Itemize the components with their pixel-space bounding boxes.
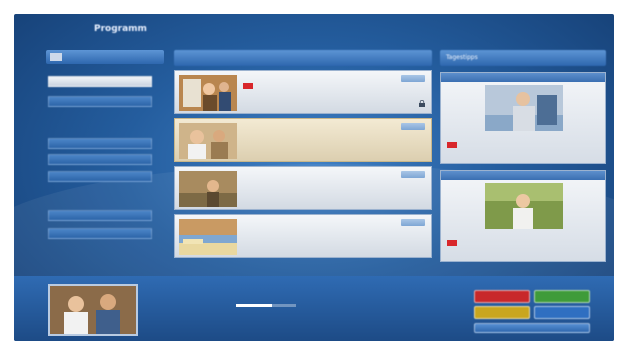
now-playing-title <box>164 314 294 320</box>
info-badge <box>401 171 425 178</box>
tip-title-bar <box>441 73 605 82</box>
program-meta <box>243 123 393 129</box>
green-button[interactable] <box>534 290 590 303</box>
program-item-2[interactable] <box>174 118 432 162</box>
sidebar-item-6[interactable] <box>48 210 152 221</box>
sidebar-item-1[interactable] <box>48 76 152 87</box>
info-badge <box>401 75 425 82</box>
program-thumbnail <box>179 171 237 207</box>
program-item-1[interactable] <box>174 70 432 114</box>
record-icon <box>447 142 457 148</box>
program-meta <box>257 75 407 81</box>
lock-icon <box>419 100 425 107</box>
sidebar-item-2[interactable] <box>48 96 152 107</box>
program-subtitle <box>243 140 423 147</box>
tip-subtitle <box>447 250 597 256</box>
tip-title-bar <box>441 171 605 180</box>
program-item-4[interactable] <box>174 214 432 258</box>
program-title <box>243 131 423 138</box>
tip-title <box>459 142 609 148</box>
program-subtitle <box>243 188 423 195</box>
info-badge <box>401 219 425 226</box>
program-subtitle <box>243 236 423 243</box>
tip-title <box>459 240 609 246</box>
tip-card-1[interactable] <box>440 72 606 164</box>
program-title <box>243 227 423 234</box>
program-thumbnail <box>179 75 237 111</box>
program-thumbnail <box>179 219 237 255</box>
now-playing-time <box>164 303 224 309</box>
progress-fill <box>236 304 272 307</box>
red-button[interactable] <box>474 290 530 303</box>
source-icon <box>50 53 62 61</box>
sidebar-item-4[interactable] <box>48 154 152 165</box>
tip-image <box>485 183 563 229</box>
sidebar-item-5[interactable] <box>48 171 152 182</box>
blue-button[interactable] <box>534 306 590 319</box>
tv-screen: Programm Tagestipps <box>14 14 614 341</box>
sidebar-source-selector[interactable] <box>46 50 164 64</box>
yellow-button[interactable] <box>474 306 530 319</box>
program-meta <box>243 171 393 177</box>
now-playing-channel <box>164 292 284 298</box>
options-button[interactable] <box>474 323 590 333</box>
tip-image <box>485 85 563 131</box>
sidebar-item-7[interactable] <box>48 228 152 239</box>
sidebar-item-3[interactable] <box>48 138 152 149</box>
now-playing-progress <box>236 304 296 307</box>
app-title: Programm <box>94 24 147 34</box>
program-title <box>257 83 437 90</box>
program-item-3[interactable] <box>174 166 432 210</box>
program-list-header <box>174 50 432 66</box>
record-icon <box>243 83 253 89</box>
now-playing-thumbnail <box>48 284 138 336</box>
tip-card-2[interactable] <box>440 170 606 262</box>
program-subtitle <box>243 92 423 99</box>
program-thumbnail <box>179 123 237 159</box>
record-icon <box>447 240 457 246</box>
program-meta <box>243 219 393 225</box>
tip-subtitle <box>447 152 597 158</box>
tips-header: Tagestipps <box>440 50 606 66</box>
program-title <box>243 179 423 186</box>
info-badge <box>401 123 425 130</box>
